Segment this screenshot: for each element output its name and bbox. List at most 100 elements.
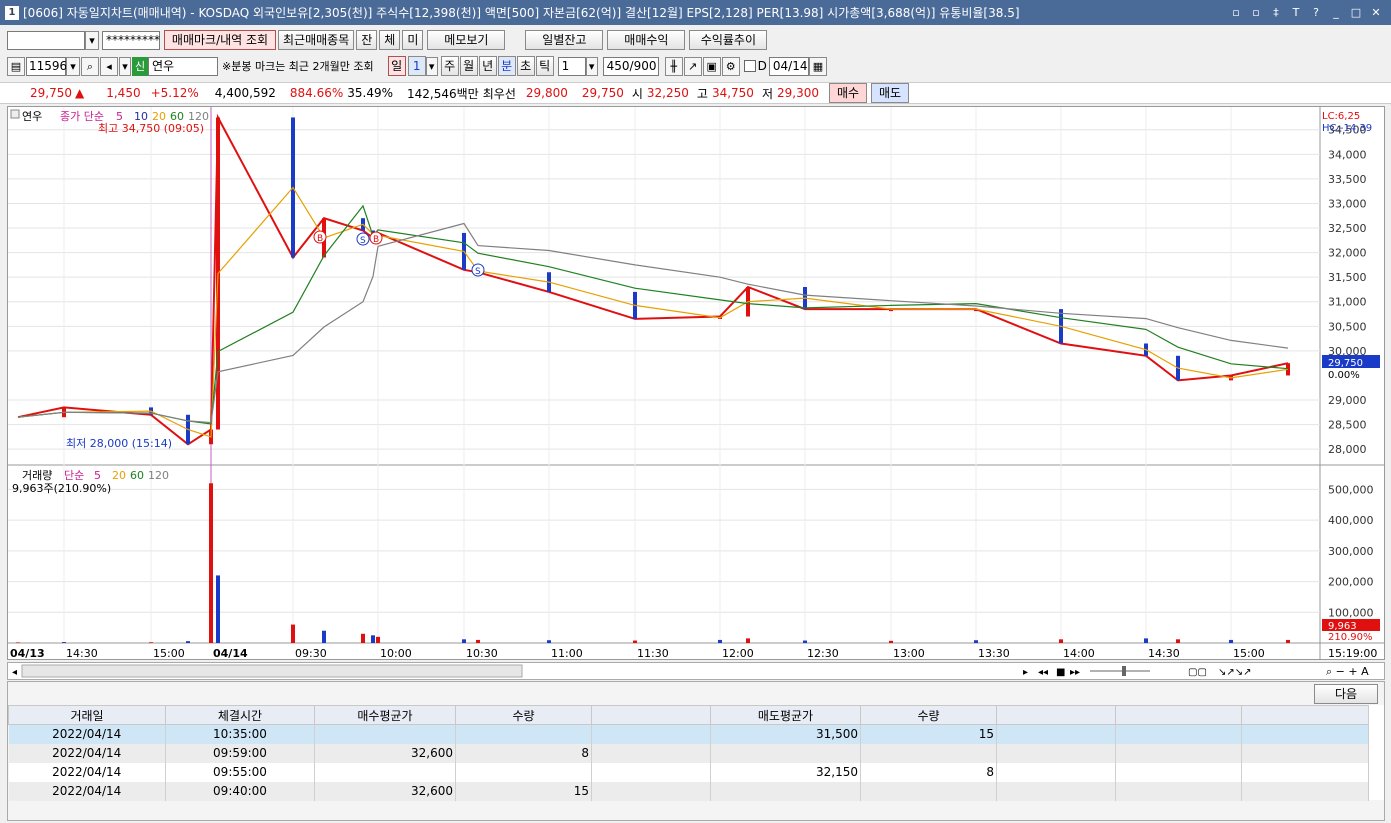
date-field[interactable]: 04/14 bbox=[768, 56, 809, 76]
cell-empty bbox=[996, 724, 1116, 744]
table-row[interactable]: 2022/04/14 09:55:00 32,150 8 bbox=[8, 762, 1369, 782]
next-button[interactable]: 다음 bbox=[1314, 684, 1378, 704]
layout-icon[interactable]: ▢▢ bbox=[1188, 667, 1207, 678]
daily-balance-button[interactable]: 일별잔고 bbox=[525, 30, 604, 50]
period-second-button[interactable]: 초 bbox=[516, 56, 535, 76]
volume-bar bbox=[361, 633, 365, 643]
trade-mark-label: S bbox=[475, 267, 481, 277]
executed-button[interactable]: 체 bbox=[379, 30, 401, 50]
help-icon[interactable]: ? bbox=[1309, 6, 1323, 19]
period-day-button[interactable]: 일 bbox=[387, 56, 406, 76]
scroll-thumb[interactable] bbox=[21, 664, 523, 678]
zoom-icon[interactable]: ⌕ − + A bbox=[1326, 665, 1369, 678]
interval-select[interactable]: 1 bbox=[557, 56, 586, 76]
zoom-slider-handle[interactable] bbox=[1122, 666, 1126, 676]
chart-scroll-bar[interactable]: ◂ ▸ ◂◂ ■ ▸▸ ▢▢ ↘↗↘↗ ⌕ − + A bbox=[7, 662, 1385, 680]
speaker-icon[interactable]: ◂ bbox=[100, 56, 118, 76]
password-field[interactable]: ********* bbox=[102, 30, 160, 50]
gear-icon[interactable]: ⚙ bbox=[721, 56, 740, 76]
draw-tool-icon[interactable]: ↗ bbox=[683, 56, 702, 76]
stop-icon[interactable]: ■ bbox=[1056, 667, 1065, 678]
cell-empty bbox=[1241, 762, 1369, 782]
maximize-icon[interactable]: □ bbox=[1349, 6, 1363, 19]
cell-date: 2022/04/14 bbox=[8, 781, 166, 801]
minimize-icon[interactable]: _ bbox=[1329, 6, 1343, 19]
price-stock-tag: 연우 bbox=[22, 110, 42, 123]
close-icon[interactable]: ✕ bbox=[1369, 6, 1383, 19]
volume-ma-label: 단순 bbox=[64, 469, 84, 482]
volume-bar bbox=[291, 624, 295, 643]
volume-tick-label: 500,000 bbox=[1328, 483, 1374, 496]
balance-button[interactable]: 잔 bbox=[356, 30, 378, 50]
search-icon[interactable]: ⌕ bbox=[81, 56, 99, 76]
cell-buy-avg: 32,600 bbox=[314, 781, 456, 801]
period-tick-button[interactable]: 틱 bbox=[535, 56, 554, 76]
cell-sell-qty: 8 bbox=[860, 762, 997, 782]
window-number-icon: 1 bbox=[5, 5, 19, 20]
col-buy-avg: 매수평균가 bbox=[314, 705, 456, 725]
volume: 4,400,592 bbox=[214, 86, 276, 100]
volume-bar bbox=[1229, 639, 1233, 643]
scroll-controls[interactable]: ◂ ▸ ◂◂ ■ ▸▸ ▢▢ ↘↗↘↗ ⌕ − + A bbox=[8, 663, 1384, 679]
cell-empty bbox=[591, 724, 711, 744]
scroll-left-icon[interactable]: ◂ bbox=[12, 667, 17, 678]
volume-bar bbox=[1286, 639, 1290, 643]
sell-button[interactable]: 매도 bbox=[871, 83, 909, 103]
volume-bar bbox=[476, 639, 480, 643]
return-trend-button[interactable]: 수익률추이 bbox=[689, 30, 768, 50]
chart-area[interactable]: 34,500 34,000 33,500 33,000 32,500 32,000 31,5… bbox=[7, 106, 1385, 660]
copy-window-icon[interactable]: ▫ bbox=[1249, 6, 1263, 19]
bar-count-field[interactable]: 450/900 bbox=[602, 56, 659, 76]
chevron-down-icon[interactable]: ▾ bbox=[66, 56, 80, 76]
stock-code-input[interactable]: 115960 bbox=[26, 56, 75, 76]
pin-icon[interactable]: ‡ bbox=[1269, 6, 1283, 19]
line-tools-icon[interactable]: ↘↗↘↗ bbox=[1218, 667, 1252, 678]
period-minute-button[interactable]: 분 bbox=[497, 56, 516, 76]
trade-history-table: 거래일 체결시간 매수평균가 수량 매도평균가 수량 2022/04/14 10… bbox=[8, 705, 1369, 801]
font-icon[interactable]: T bbox=[1289, 6, 1303, 19]
period-year-button[interactable]: 년 bbox=[478, 56, 497, 76]
date-checkbox[interactable] bbox=[743, 60, 756, 72]
recent-trades-button[interactable]: 최근매매종목 bbox=[278, 30, 355, 50]
chevron-down-icon[interactable]: ▾ bbox=[119, 56, 131, 76]
restore-layout-icon[interactable]: ▫ bbox=[1229, 6, 1243, 19]
lc-label: LC:6,25 bbox=[1322, 111, 1360, 122]
time-tick-label: 14:30 bbox=[1148, 647, 1180, 659]
table-row[interactable]: 2022/04/14 10:35:00 31,500 15 bbox=[8, 724, 1369, 744]
cell-empty bbox=[996, 743, 1116, 763]
day-count-select[interactable]: 1 bbox=[407, 56, 426, 76]
window-title: [0606] 자동일지차트(매매내역) - KOSDAQ 외국인보유[2,305… bbox=[23, 6, 1020, 20]
price-tick-label: 30,500 bbox=[1328, 320, 1367, 333]
scroll-right-icon[interactable]: ▸ bbox=[1023, 667, 1028, 678]
table-vertical-scrollbar[interactable] bbox=[1368, 705, 1384, 800]
chevron-down-icon[interactable]: ▾ bbox=[85, 30, 99, 50]
cell-time: 09:55:00 bbox=[165, 762, 315, 782]
account-toolbar: ▾ ********* 매매마크/내역 조회 최근매매종목 잔 체 미 메모보기… bbox=[0, 29, 1391, 51]
up-arrow-icon: ▲ bbox=[75, 86, 85, 100]
buy-button[interactable]: 매수 bbox=[829, 83, 867, 103]
stock-name-field[interactable]: 연우 bbox=[148, 56, 218, 76]
unexecuted-button[interactable]: 미 bbox=[402, 30, 424, 50]
play-icon[interactable]: ▸▸ bbox=[1070, 667, 1080, 678]
table-row[interactable]: 2022/04/14 09:59:00 32,600 8 bbox=[8, 743, 1369, 763]
trade-mark-query-button[interactable]: 매매마크/내역 조회 bbox=[164, 30, 276, 50]
save-icon[interactable]: ▣ bbox=[702, 56, 721, 76]
price-volume-chart[interactable]: 34,50034,00033,50033,00032,50032,00031,5… bbox=[8, 107, 1384, 659]
period-month-button[interactable]: 월 bbox=[459, 56, 478, 76]
trade-profit-button[interactable]: 매매수익 bbox=[607, 30, 686, 50]
list-icon[interactable]: ▤ bbox=[7, 56, 25, 76]
chevron-down-icon[interactable]: ▾ bbox=[425, 56, 438, 76]
time-tick-label: 14:30 bbox=[66, 647, 98, 659]
account-select[interactable] bbox=[7, 30, 85, 50]
chevron-down-icon[interactable]: ▾ bbox=[585, 56, 598, 76]
table-row[interactable]: 2022/04/14 09:40:00 32,600 15 bbox=[8, 781, 1369, 801]
rewind-icon[interactable]: ◂◂ bbox=[1038, 667, 1048, 678]
memo-button[interactable]: 메모보기 bbox=[427, 30, 506, 50]
calendar-icon[interactable]: ▦ bbox=[808, 56, 827, 76]
cell-buy-qty: 15 bbox=[455, 781, 592, 801]
indicator-icon[interactable]: ╫ bbox=[664, 56, 683, 76]
table-header: 거래일 체결시간 매수평균가 수량 매도평균가 수량 bbox=[8, 705, 1369, 725]
volume-bar bbox=[62, 642, 66, 643]
volume-ma-period: 20 bbox=[112, 469, 126, 482]
period-week-button[interactable]: 주 bbox=[440, 56, 459, 76]
